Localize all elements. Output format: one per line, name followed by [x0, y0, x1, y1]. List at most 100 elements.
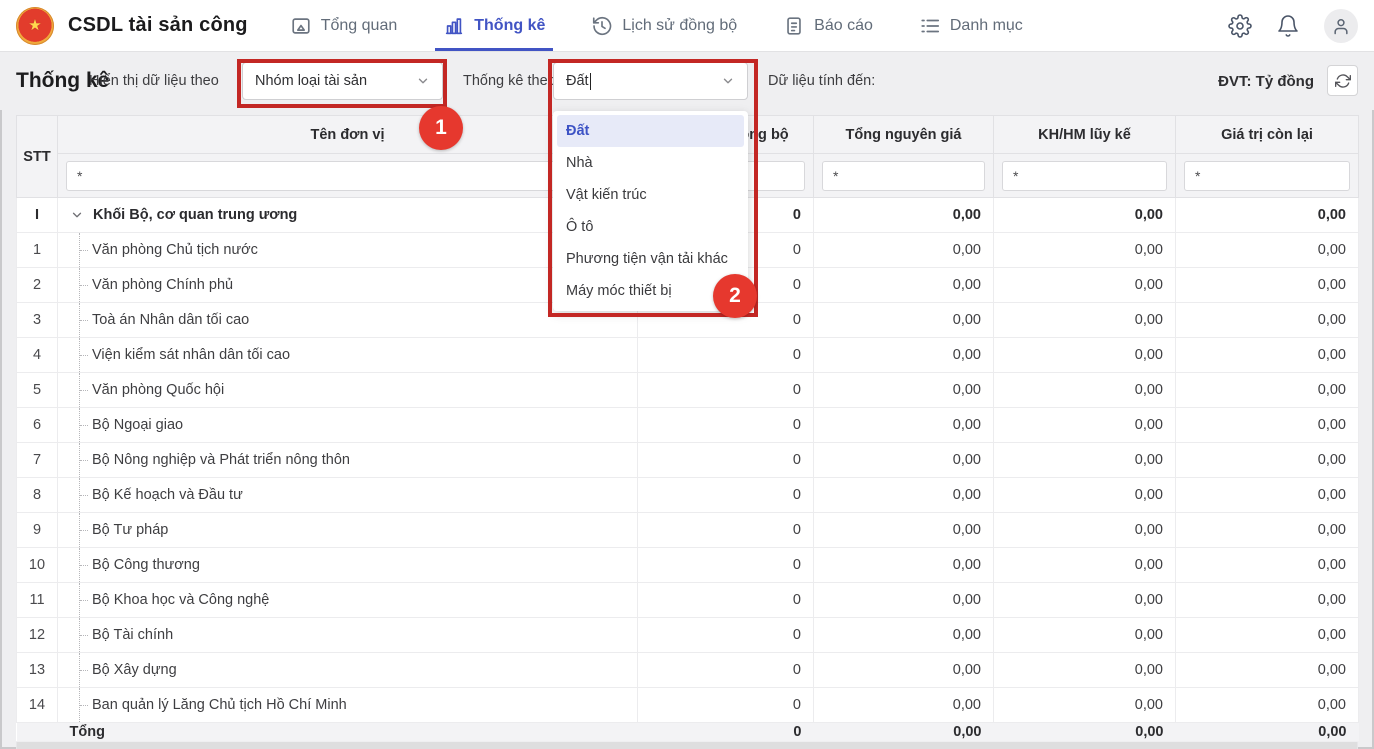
tree-connector-icon [79, 268, 81, 302]
dropdown-option[interactable]: Vật kiến trúc [553, 179, 748, 211]
row-remain: 0,00 [1176, 268, 1359, 303]
row-cost: 0,00 [814, 338, 994, 373]
row-sync: 0 [638, 443, 814, 478]
row-cost: 0,00 [814, 303, 994, 338]
row-cost: 0,00 [814, 268, 994, 303]
column-header-ten-don-vi[interactable]: Tên đơn vị [58, 116, 638, 154]
row-sync: 0 [638, 688, 814, 723]
table-row[interactable]: 11Bộ Khoa học và Công nghệ00,000,000,00 [17, 583, 1359, 618]
table-row[interactable]: 6Bộ Ngoại giao00,000,000,00 [17, 408, 1359, 443]
report-icon [783, 15, 805, 37]
row-remain: 0,00 [1176, 198, 1359, 233]
row-stt: 3 [17, 303, 58, 338]
row-cost: 0,00 [814, 513, 994, 548]
tree-connector-icon [79, 618, 81, 652]
row-sync: 0 [638, 618, 814, 653]
row-dep: 0,00 [994, 443, 1176, 478]
row-remain: 0,00 [1176, 618, 1359, 653]
app-title: CSDL tài sản công [68, 14, 248, 37]
unit-name-text: Bộ Tư pháp [92, 522, 168, 538]
filter-input-ten-don-vi[interactable] [66, 161, 629, 191]
unit-name-text: Văn phòng Chủ tịch nước [92, 242, 258, 258]
row-stt: I [17, 198, 58, 233]
display-by-value: Nhóm loại tài sản [255, 73, 367, 89]
tree-connector-icon [79, 303, 81, 337]
stat-by-label: Thống kê theo [463, 52, 556, 110]
row-remain: 0,00 [1176, 548, 1359, 583]
table-row[interactable]: 4Viện kiểm sát nhân dân tối cao00,000,00… [17, 338, 1359, 373]
row-stt: 10 [17, 548, 58, 583]
table-row[interactable]: 5Văn phòng Quốc hội00,000,000,00 [17, 373, 1359, 408]
display-by-label: Hiển thị dữ liệu theo [89, 52, 219, 110]
refresh-button[interactable] [1327, 65, 1358, 96]
tree-connector-icon [79, 478, 81, 512]
stat-by-value: Đất [566, 73, 589, 89]
table-row[interactable]: 10Bộ Công thương00,000,000,00 [17, 548, 1359, 583]
row-cost: 0,00 [814, 373, 994, 408]
row-stt: 12 [17, 618, 58, 653]
table-row[interactable]: 12Bộ Tài chính00,000,000,00 [17, 618, 1359, 653]
user-icon [1331, 16, 1351, 36]
column-header-kh-hm-luy-ke[interactable]: KH/HM lũy kế [994, 116, 1176, 154]
filter-input-kh-hm-luy-ke[interactable] [1002, 161, 1167, 191]
dropdown-option[interactable]: Đất [557, 115, 744, 147]
tab-bao-cao[interactable]: Báo cáo [783, 0, 873, 51]
row-dep: 0,00 [994, 478, 1176, 513]
filter-input-gia-tri-con-lai[interactable] [1184, 161, 1350, 191]
settings-gear-icon[interactable] [1228, 14, 1252, 38]
filter-input-tong-nguyen-gia[interactable] [822, 161, 985, 191]
column-header-stt[interactable]: STT [17, 116, 58, 198]
column-header-tong-nguyen-gia[interactable]: Tổng nguyên giá [814, 116, 994, 154]
display-by-select[interactable]: Nhóm loại tài sản [242, 62, 443, 100]
table-row[interactable]: 13Bộ Xây dựng00,000,000,00 [17, 653, 1359, 688]
annotation-badge-2: 2 [713, 274, 757, 318]
dropdown-option[interactable]: Nhà [553, 147, 748, 179]
row-dep: 0,00 [994, 303, 1176, 338]
row-unit-name: Văn phòng Chủ tịch nước [58, 233, 638, 268]
row-remain: 0,00 [1176, 478, 1359, 513]
history-icon [591, 15, 613, 37]
tree-connector-icon [79, 408, 81, 442]
row-cost: 0,00 [814, 583, 994, 618]
total-sync: 0 [638, 723, 814, 742]
total-dep: 0,00 [994, 723, 1176, 742]
row-cost: 0,00 [814, 688, 994, 723]
row-unit-name: Bộ Xây dựng [58, 653, 638, 688]
tab-lich-su-dong-bo[interactable]: Lịch sử đồng bộ [591, 0, 737, 51]
row-sync: 0 [638, 513, 814, 548]
tree-connector-icon [79, 233, 81, 267]
row-dep: 0,00 [994, 373, 1176, 408]
main-tabs: Tổng quan Thống kê Lịch sử đồng bộ [290, 0, 1023, 51]
row-remain: 0,00 [1176, 688, 1359, 723]
unit-name-text: Bộ Nông nghiệp và Phát triển nông thôn [92, 452, 350, 468]
notifications-bell-icon[interactable] [1276, 14, 1300, 38]
row-remain: 0,00 [1176, 513, 1359, 548]
header-actions [1228, 9, 1374, 43]
dropdown-option[interactable]: Ô tô [553, 211, 748, 243]
tree-connector-icon [79, 373, 81, 407]
table-row[interactable]: 8Bộ Kế hoạch và Đầu tư00,000,000,00 [17, 478, 1359, 513]
tab-tong-quan[interactable]: Tổng quan [290, 0, 398, 51]
unit-name-text: Bộ Khoa học và Công nghệ [92, 592, 269, 608]
column-header-gia-tri-con-lai[interactable]: Giá trị còn lại [1176, 116, 1359, 154]
horizontal-scrollbar[interactable] [16, 742, 1358, 749]
row-dep: 0,00 [994, 233, 1176, 268]
user-avatar[interactable] [1324, 9, 1358, 43]
tab-danh-muc[interactable]: Danh mục [919, 0, 1023, 51]
chevron-down-icon [416, 74, 430, 88]
table-row[interactable]: 9Bộ Tư pháp00,000,000,00 [17, 513, 1359, 548]
table-row[interactable]: 14Ban quản lý Lăng Chủ tịch Hồ Chí Minh0… [17, 688, 1359, 723]
table-row[interactable]: 7Bộ Nông nghiệp và Phát triển nông thôn0… [17, 443, 1359, 478]
total-row: Tổng 0 0,00 0,00 0,00 [17, 723, 1359, 742]
tab-thong-ke[interactable]: Thống kê [443, 0, 545, 51]
row-dep: 0,00 [994, 408, 1176, 443]
chevron-down-icon [721, 74, 735, 88]
dropdown-option[interactable]: Phương tiện vận tải khác [553, 243, 748, 275]
row-unit-name: Bộ Công thương [58, 548, 638, 583]
row-sync: 0 [638, 373, 814, 408]
row-stt: 2 [17, 268, 58, 303]
stat-by-combobox[interactable]: Đất [553, 62, 748, 100]
row-unit-name: Ban quản lý Lăng Chủ tịch Hồ Chí Minh [58, 688, 638, 723]
unit-name-text: Bộ Xây dựng [92, 662, 177, 678]
chevron-down-icon[interactable] [70, 208, 84, 222]
